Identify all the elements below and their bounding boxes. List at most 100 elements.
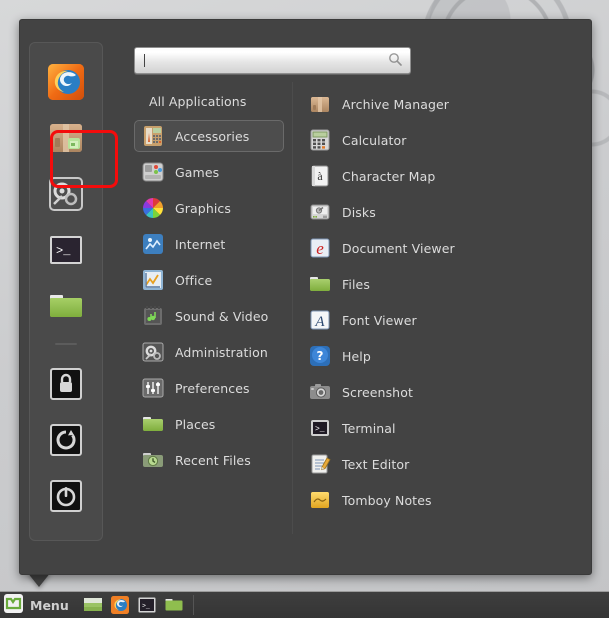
session-log-out[interactable] <box>43 417 89 463</box>
application-item-archive-manager[interactable]: Archive Manager <box>301 88 569 120</box>
archive-manager-icon <box>308 92 332 116</box>
office-icon <box>141 268 165 292</box>
menu-button-label: Menu <box>30 597 69 613</box>
category-list: All Applications Accessories Games Graphics… <box>134 88 284 480</box>
category-item-label: Places <box>175 416 216 432</box>
application-item-calculator[interactable]: Calculator <box>301 124 569 156</box>
svg-text:>_: >_ <box>56 244 71 258</box>
category-item-recent-files[interactable]: Recent Files <box>134 444 284 476</box>
tomboy-notes-icon <box>308 488 332 512</box>
application-item-label: Tomboy Notes <box>342 492 432 508</box>
calculator-icon <box>308 128 332 152</box>
quicklaunch-files[interactable] <box>163 594 185 616</box>
search-icon <box>388 51 402 70</box>
quicklaunch-terminal[interactable]: >_ <box>136 594 158 616</box>
application-item-label: Screenshot <box>342 384 413 400</box>
application-item-tomboy-notes[interactable]: Tomboy Notes <box>301 484 569 516</box>
screenshot-icon <box>308 380 332 404</box>
application-list: Archive Manager Calculator à Character Map D… <box>301 88 569 520</box>
application-menu-window: >_ All Applications Accessories Games Gr… <box>19 19 592 575</box>
recent-files-icon <box>141 448 165 472</box>
session-quit[interactable] <box>43 473 89 519</box>
application-item-label: Help <box>342 348 371 364</box>
svg-text:>_: >_ <box>315 425 325 434</box>
category-item-places[interactable]: Places <box>134 408 284 440</box>
taskbar-panel: Menu >_ <box>0 591 609 618</box>
search-text-field[interactable] <box>145 53 388 68</box>
favorite-system-settings[interactable] <box>43 171 89 217</box>
disks-icon <box>308 200 332 224</box>
application-item-terminal[interactable]: >_ Terminal <box>301 412 569 444</box>
category-item-games[interactable]: Games <box>134 156 284 188</box>
files-icon <box>308 272 332 296</box>
category-item-graphics[interactable]: Graphics <box>134 192 284 224</box>
application-item-label: Disks <box>342 204 376 220</box>
text-editor-icon <box>308 452 332 476</box>
application-item-label: Text Editor <box>342 456 410 472</box>
application-item-disks[interactable]: Disks <box>301 196 569 228</box>
category-item-label: All Applications <box>149 93 247 109</box>
category-item-label: Sound & Video <box>175 308 269 324</box>
category-item-sound-video[interactable]: Sound & Video <box>134 300 284 332</box>
search-input[interactable] <box>134 47 411 74</box>
graphics-icon <box>141 196 165 220</box>
svg-text:A: A <box>314 314 325 330</box>
category-item-office[interactable]: Office <box>134 264 284 296</box>
places-icon <box>141 412 165 436</box>
category-item-label: Graphics <box>175 200 232 216</box>
category-item-label: Preferences <box>175 380 250 396</box>
accessories-icon <box>141 124 165 148</box>
category-item-internet[interactable]: Internet <box>134 228 284 260</box>
menu-button[interactable]: Menu <box>0 592 77 618</box>
svg-text:>_: >_ <box>142 603 150 610</box>
application-item-document-viewer[interactable]: e Document Viewer <box>301 232 569 264</box>
linux-mint-logo-icon <box>4 593 23 617</box>
category-item-label: Office <box>175 272 213 288</box>
favorite-software-manager[interactable] <box>43 115 89 161</box>
terminal-app-icon: >_ <box>308 416 332 440</box>
application-item-character-map[interactable]: à Character Map <box>301 160 569 192</box>
application-item-screenshot[interactable]: Screenshot <box>301 376 569 408</box>
sidebar-separator <box>55 343 77 345</box>
category-item-administration[interactable]: Administration <box>134 336 284 368</box>
internet-icon <box>141 232 165 256</box>
session-lock-screen[interactable] <box>43 361 89 407</box>
application-item-files[interactable]: Files <box>301 268 569 300</box>
favorite-files[interactable] <box>43 283 89 329</box>
favorite-firefox[interactable] <box>43 59 89 105</box>
games-icon <box>141 160 165 184</box>
character-map-icon: à <box>308 164 332 188</box>
category-item-all-applications[interactable]: All Applications <box>134 88 284 114</box>
svg-text:à: à <box>317 169 323 183</box>
administration-icon <box>141 340 165 364</box>
application-item-label: Files <box>342 276 370 292</box>
svg-text:e: e <box>316 239 324 258</box>
category-item-label: Internet <box>175 236 226 252</box>
quicklaunch-firefox[interactable] <box>109 594 131 616</box>
document-viewer-icon: e <box>308 236 332 260</box>
application-list-scrollbar[interactable] <box>580 74 588 529</box>
category-item-label: Recent Files <box>175 452 251 468</box>
application-item-label: Font Viewer <box>342 312 417 328</box>
application-item-help[interactable]: ? Help <box>301 340 569 372</box>
panel-separator <box>192 595 194 615</box>
favorites-sidebar: >_ <box>29 42 103 541</box>
quicklaunch-show-desktop[interactable] <box>82 594 104 616</box>
application-item-label: Document Viewer <box>342 240 455 256</box>
application-item-label: Character Map <box>342 168 436 184</box>
svg-text:?: ? <box>317 349 324 363</box>
application-item-label: Calculator <box>342 132 407 148</box>
category-item-label: Accessories <box>175 128 250 144</box>
favorite-terminal[interactable]: >_ <box>43 227 89 273</box>
category-item-accessories[interactable]: Accessories <box>134 120 284 152</box>
application-item-text-editor[interactable]: Text Editor <box>301 448 569 480</box>
font-viewer-icon: A <box>308 308 332 332</box>
category-item-label: Administration <box>175 344 268 360</box>
application-item-font-viewer[interactable]: A Font Viewer <box>301 304 569 336</box>
category-item-preferences[interactable]: Preferences <box>134 372 284 404</box>
sound-video-icon <box>141 304 165 328</box>
preferences-icon <box>141 376 165 400</box>
help-icon: ? <box>308 344 332 368</box>
category-item-label: Games <box>175 164 220 180</box>
application-item-label: Terminal <box>342 420 396 436</box>
